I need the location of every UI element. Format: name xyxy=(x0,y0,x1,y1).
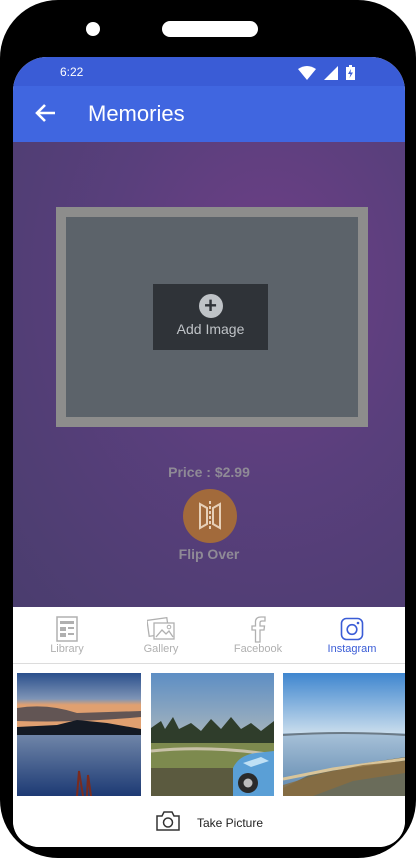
image-frame: + Add Image xyxy=(56,207,368,427)
tab-library[interactable]: Library xyxy=(18,607,116,663)
status-time: 6:22 xyxy=(60,65,84,79)
facebook-icon xyxy=(251,616,266,643)
price-text: Price : $2.99 xyxy=(168,464,250,480)
tab-facebook[interactable]: Facebook xyxy=(209,607,307,663)
battery-icon xyxy=(346,65,355,80)
page-title: Memories xyxy=(88,101,185,126)
flip-icon xyxy=(199,501,221,531)
instagram-icon xyxy=(340,617,364,641)
add-image-button[interactable]: + Add Image xyxy=(153,284,268,350)
app-bar: Memories xyxy=(13,86,405,142)
source-tabs: Library Gallery Facebook Instagram xyxy=(13,607,405,664)
signal-icon xyxy=(324,65,338,80)
image-placeholder: + Add Image xyxy=(66,217,358,417)
photo-thumbnail[interactable] xyxy=(283,673,405,796)
tab-gallery[interactable]: Gallery xyxy=(112,607,210,663)
front-camera xyxy=(86,22,100,36)
photo-thumbnail[interactable] xyxy=(17,673,141,796)
add-image-label: Add Image xyxy=(176,321,245,337)
wifi-icon xyxy=(298,65,316,80)
flip-over-button[interactable] xyxy=(183,489,237,543)
take-picture-label: Take Picture xyxy=(197,816,264,830)
tab-label: Instagram xyxy=(327,643,377,655)
status-bar: 6:22 xyxy=(13,57,405,86)
sunset-photo xyxy=(17,673,141,796)
tab-instagram[interactable]: Instagram xyxy=(303,607,401,663)
phone-frame: 6:22 Memories + Add Image Price : $2.99 xyxy=(0,0,416,858)
status-icons xyxy=(298,65,355,80)
tab-label: Library xyxy=(50,643,84,655)
take-picture-button[interactable]: Take Picture xyxy=(13,799,405,847)
flip-over-label: Flip Over xyxy=(178,546,240,562)
gallery-icon xyxy=(147,617,175,640)
card-editor: + Add Image Price : $2.99 Flip Over xyxy=(13,142,405,607)
photo-thumbnail[interactable] xyxy=(151,673,274,796)
shoreline-photo xyxy=(283,673,405,796)
photo-grid xyxy=(13,673,405,796)
tab-label: Facebook xyxy=(233,643,283,655)
camera-icon xyxy=(156,811,180,831)
library-icon xyxy=(56,616,78,642)
screen: 6:22 Memories + Add Image Price : $2.99 xyxy=(13,57,405,847)
plus-icon: + xyxy=(198,294,223,318)
park-photo xyxy=(151,673,274,796)
tab-label: Gallery xyxy=(143,643,179,655)
speaker-grille xyxy=(162,21,258,37)
back-arrow-icon[interactable] xyxy=(35,102,57,124)
